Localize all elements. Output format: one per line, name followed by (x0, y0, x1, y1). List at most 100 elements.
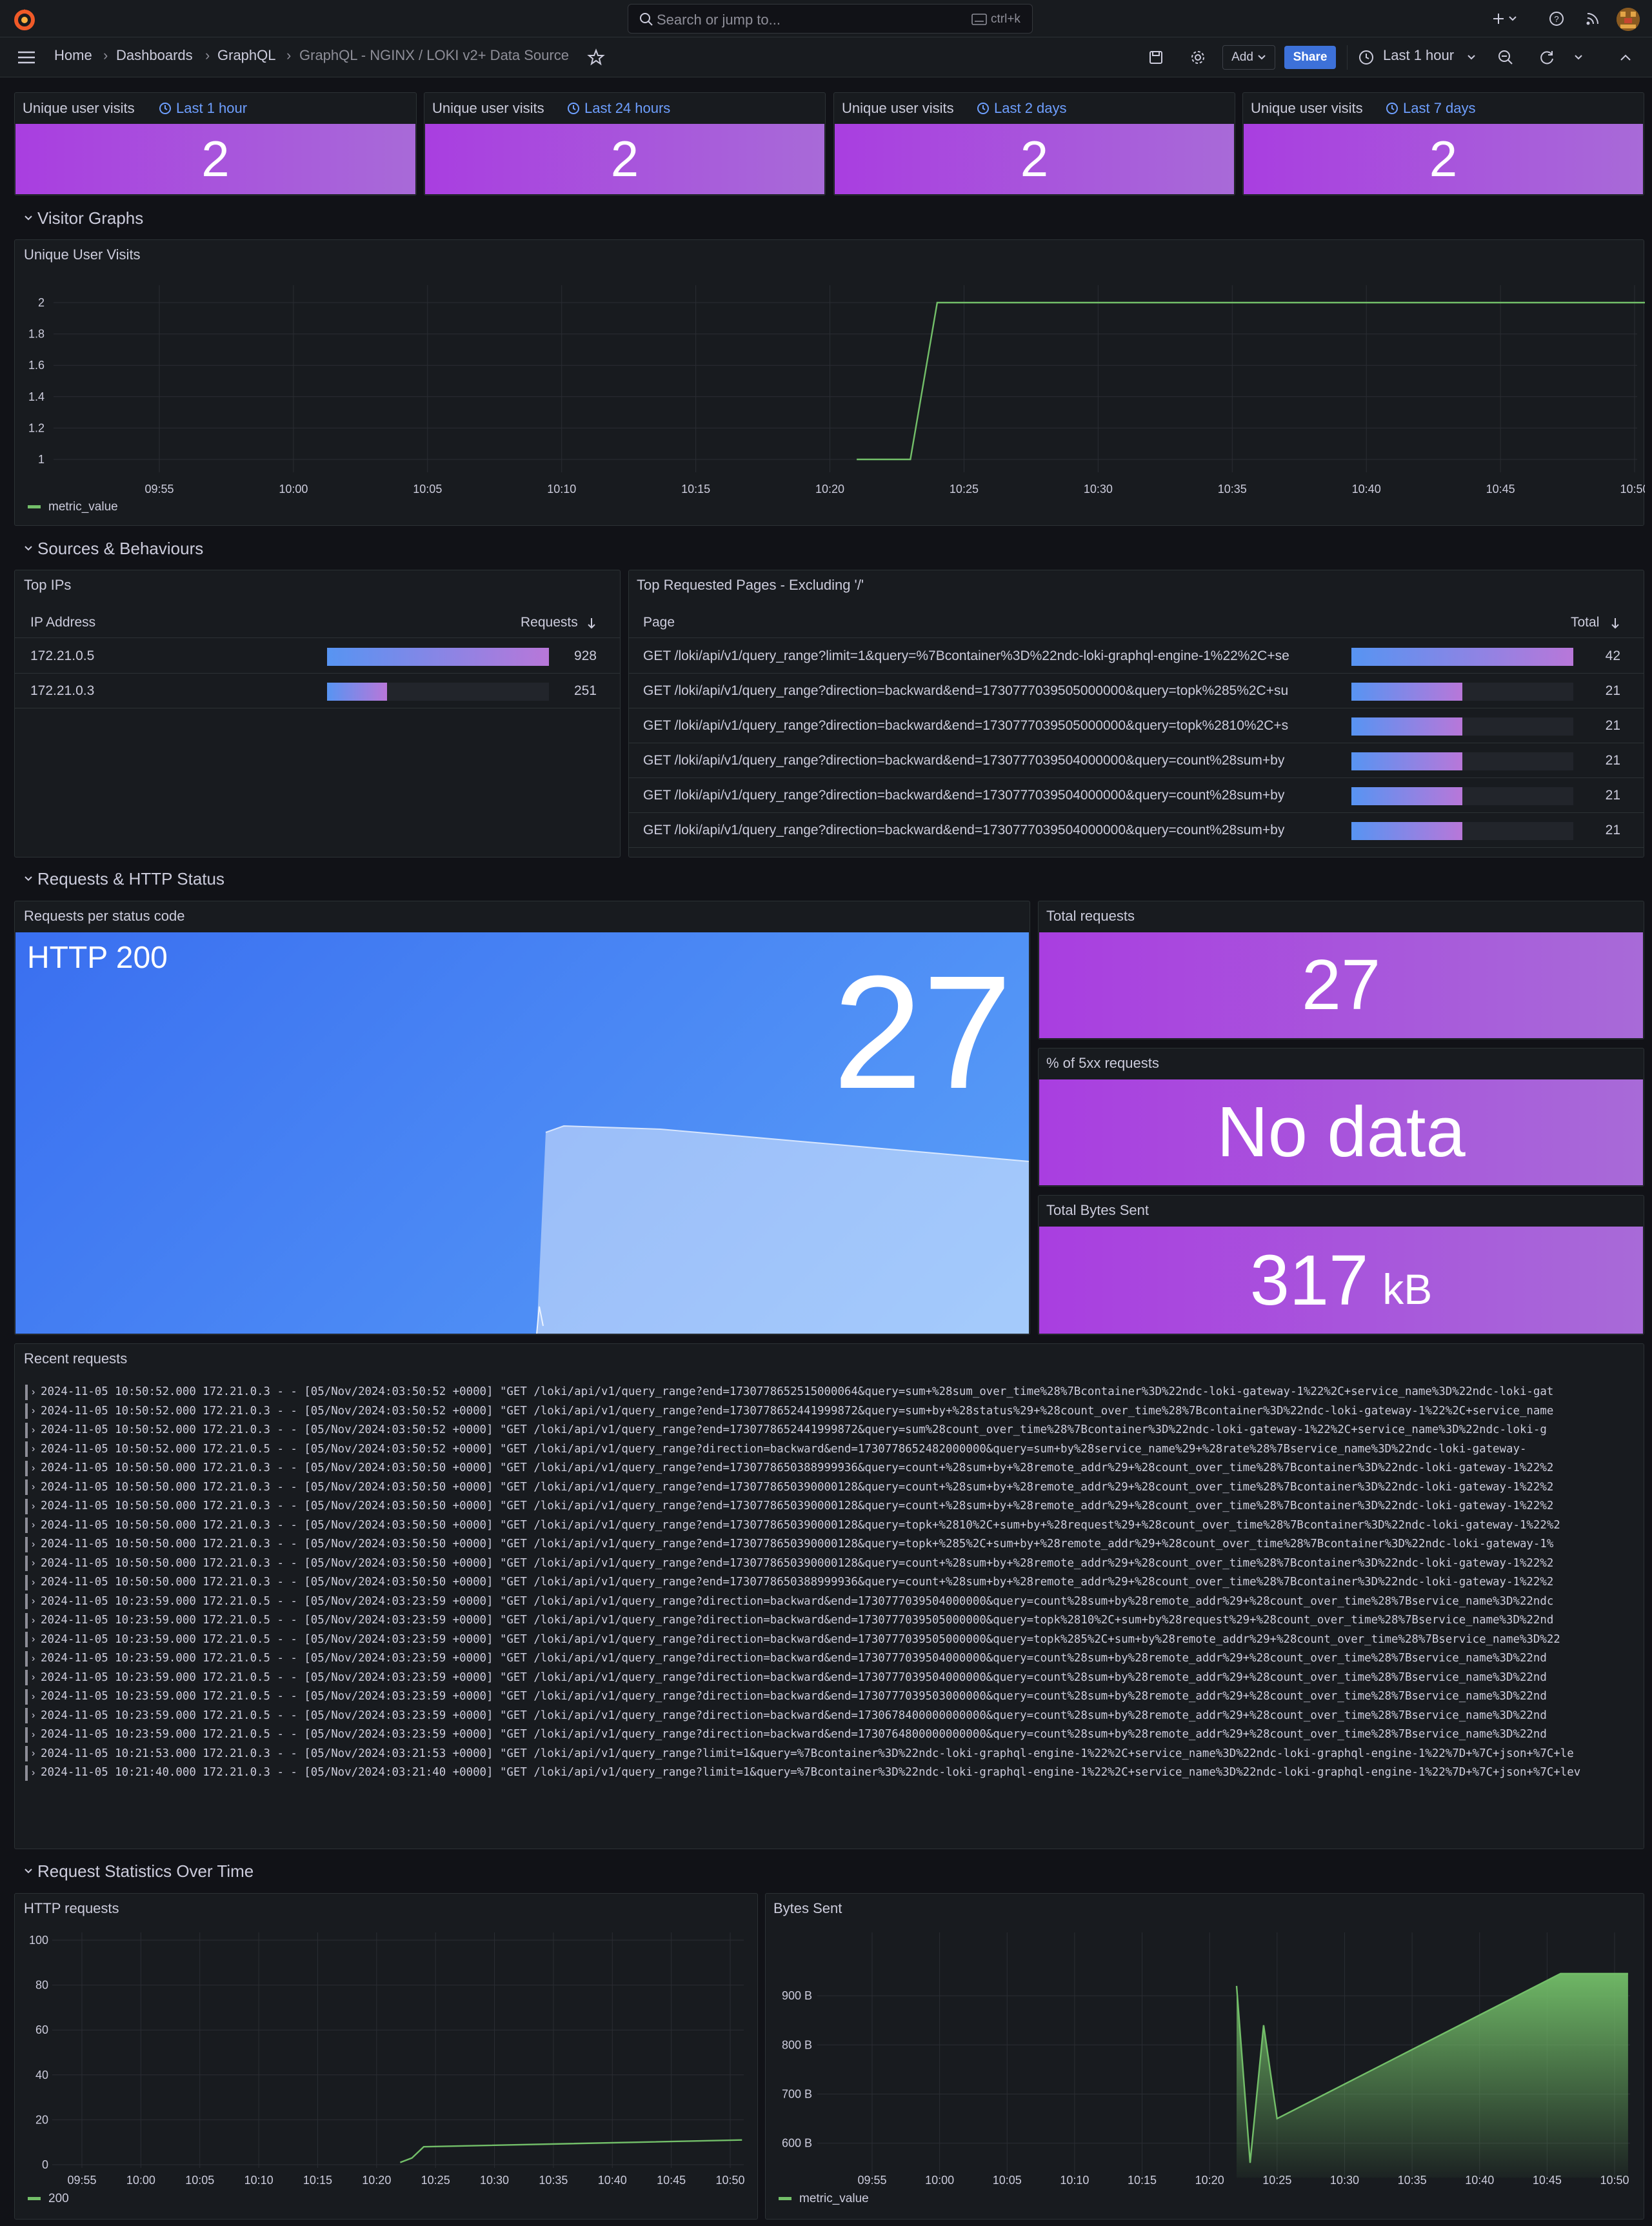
share-button[interactable]: Share (1284, 46, 1336, 69)
chevron-right-icon[interactable]: › (32, 1729, 41, 1741)
bytes-sent-chart[interactable]: 600 B 700 B 800 B 900 B 09:55 10:00 10:05 10:1… (766, 1894, 1645, 2220)
row-visitor-graphs[interactable]: Visitor Graphs (23, 206, 143, 230)
log-row[interactable]: › 2024-11-05 10:50:50.000 172.21.0.3 - - … (25, 1478, 1641, 1498)
chevron-right-icon[interactable]: › (32, 1748, 41, 1760)
stat-value: 317 (1249, 1240, 1369, 1320)
table-row[interactable]: GET /loki/api/v1/query_range?limit=1&que… (629, 639, 1644, 674)
log-row[interactable]: › 2024-11-05 10:50:50.000 172.21.0.3 - - … (25, 1516, 1641, 1536)
plus-icon[interactable] (1490, 10, 1507, 27)
log-row[interactable]: › 2024-11-05 10:23:59.000 172.21.0.5 - - … (25, 1611, 1641, 1630)
clock-icon[interactable] (1357, 48, 1375, 66)
log-row[interactable]: › 2024-11-05 10:50:52.000 172.21.0.3 - - … (25, 1421, 1641, 1440)
series-line-200 (399, 2139, 742, 2163)
total-cell: 21 (1605, 683, 1620, 698)
table-row[interactable]: GET /loki/api/v1/query_range?direction=b… (629, 674, 1644, 708)
http-requests-chart[interactable]: 0 20 40 60 80 100 09:55 10:00 10:05 10:10 10:15 10… (15, 1894, 759, 2220)
log-row[interactable]: › 2024-11-05 10:23:59.000 172.21.0.5 - - … (25, 1687, 1641, 1707)
chevron-up-icon[interactable] (1619, 52, 1632, 65)
unique-user-visits-chart[interactable]: 1 1.2 1.4 1.6 1.8 2 09:55 10:00 10:05 10:10 10:15… (15, 240, 1645, 526)
chevron-right-icon[interactable]: › (32, 1615, 41, 1627)
chevron-right-icon[interactable]: › (32, 1519, 41, 1531)
log-row[interactable]: › 2024-11-05 10:50:50.000 172.21.0.3 - - … (25, 1535, 1641, 1554)
table-row[interactable]: GET /loki/api/v1/query_range?direction=b… (629, 744, 1644, 778)
row-request-statistics[interactable]: Request Statistics Over Time (23, 1860, 254, 1883)
breadcrumb-home[interactable]: Home (54, 47, 92, 64)
chevron-right-icon[interactable]: › (32, 1691, 41, 1703)
row-requests-http-status[interactable]: Requests & HTTP Status (23, 867, 224, 890)
page-cell: GET /loki/api/v1/query_range?direction=b… (643, 683, 1289, 698)
table-row[interactable]: GET /loki/api/v1/query_range?direction=b… (629, 779, 1644, 813)
gauge-track (1351, 717, 1573, 736)
zoom-out-icon[interactable] (1497, 48, 1515, 66)
gauge-fill (1351, 822, 1462, 840)
star-icon[interactable] (587, 48, 605, 66)
grafana-logo-icon[interactable] (12, 6, 37, 32)
chevron-right-icon[interactable]: › (32, 1767, 41, 1779)
log-row[interactable]: › 2024-11-05 10:23:59.000 172.21.0.5 - - … (25, 1630, 1641, 1650)
sort-descending-icon[interactable] (586, 617, 597, 630)
column-header-total[interactable]: Total (1571, 615, 1599, 630)
column-header-ip[interactable]: IP Address (30, 615, 95, 630)
chevron-right-icon[interactable]: › (32, 1425, 41, 1436)
log-row[interactable]: › 2024-11-05 10:23:59.000 172.21.0.5 - - … (25, 1707, 1641, 1726)
chevron-right-icon[interactable]: › (32, 1501, 41, 1512)
gear-icon[interactable] (1189, 48, 1207, 66)
log-row[interactable]: › 2024-11-05 10:21:53.000 172.21.0.3 - - … (25, 1745, 1641, 1764)
table-row[interactable]: GET /loki/api/v1/query_range?direction=b… (629, 814, 1644, 848)
log-row[interactable]: › 2024-11-05 10:50:50.000 172.21.0.3 - - … (25, 1497, 1641, 1516)
log-row[interactable]: › 2024-11-05 10:50:50.000 172.21.0.3 - - … (25, 1554, 1641, 1574)
avatar[interactable] (1617, 8, 1640, 31)
breadcrumb-dashboards[interactable]: Dashboards (116, 47, 193, 64)
chevron-right-icon[interactable]: › (32, 1596, 41, 1607)
log-row[interactable]: › 2024-11-05 10:23:59.000 172.21.0.5 - - … (25, 1669, 1641, 1688)
log-row[interactable]: › 2024-11-05 10:23:59.000 172.21.0.5 - - … (25, 1725, 1641, 1745)
stat-value-box: 2 (425, 124, 824, 194)
log-row[interactable]: › 2024-11-05 10:50:52.000 172.21.0.3 - - … (25, 1383, 1641, 1402)
chevron-right-icon[interactable]: › (32, 1634, 41, 1645)
table-row[interactable]: GET /loki/api/v1/query_range?direction=b… (629, 709, 1644, 743)
chevron-down-icon[interactable] (1574, 53, 1583, 62)
log-row[interactable]: › 2024-11-05 10:23:59.000 172.21.0.5 - - … (25, 1592, 1641, 1612)
unique-visits-2d-panel: Unique user visits Last 2 days 2 (833, 92, 1235, 196)
clock-icon (568, 103, 579, 114)
x-tick-label: 10:10 (244, 2174, 274, 2187)
chevron-down-icon[interactable] (1508, 14, 1517, 23)
table-row[interactable]: 172.21.0.5 928 (15, 639, 620, 674)
log-row[interactable]: › 2024-11-05 10:50:50.000 172.21.0.3 - - … (25, 1573, 1641, 1592)
chevron-right-icon[interactable]: › (32, 1672, 41, 1683)
chevron-right-icon[interactable]: › (32, 1710, 41, 1721)
menu-icon[interactable] (17, 49, 36, 66)
chevron-right-icon[interactable]: › (32, 1539, 41, 1550)
add-button[interactable]: Add (1222, 45, 1275, 70)
column-header-page[interactable]: Page (643, 615, 675, 630)
table-row[interactable]: 172.21.0.3 251 (15, 674, 620, 708)
log-row[interactable]: › 2024-11-05 10:50:52.000 172.21.0.5 - - … (25, 1440, 1641, 1459)
sort-descending-icon[interactable] (1610, 617, 1620, 630)
chevron-right-icon[interactable]: › (32, 1463, 41, 1474)
column-header-requests[interactable]: Requests (521, 615, 578, 630)
log-row[interactable]: › 2024-11-05 10:50:52.000 172.21.0.3 - - … (25, 1402, 1641, 1421)
chevron-right-icon[interactable]: › (32, 1405, 41, 1417)
chevron-right-icon[interactable]: › (32, 1443, 41, 1455)
log-row[interactable]: › 2024-11-05 10:50:50.000 172.21.0.3 - - … (25, 1459, 1641, 1478)
breadcrumb-graphql[interactable]: GraphQL (217, 47, 276, 64)
chevron-right-icon[interactable]: › (32, 1577, 41, 1589)
help-icon[interactable]: ? (1548, 10, 1565, 27)
news-feed-icon[interactable] (1584, 10, 1601, 27)
chevron-right-icon[interactable]: › (32, 1653, 41, 1665)
y-tick-label: 1.2 (28, 421, 45, 434)
chevron-right-icon[interactable]: › (32, 1558, 41, 1569)
log-line-text: 2024-11-05 10:23:59.000 172.21.0.5 - - [… (41, 1670, 1547, 1684)
save-icon[interactable] (1147, 48, 1165, 66)
chevron-right-icon[interactable]: › (32, 1387, 41, 1398)
log-list[interactable]: › 2024-11-05 10:50:52.000 172.21.0.3 - - … (25, 1383, 1641, 1834)
chevron-down-icon[interactable] (1467, 53, 1476, 62)
row-sources-behaviours[interactable]: Sources & Behaviours (23, 537, 203, 560)
log-row[interactable]: › 2024-11-05 10:21:40.000 172.21.0.3 - - … (25, 1763, 1641, 1783)
log-row[interactable]: › 2024-11-05 10:23:59.000 172.21.0.5 - - … (25, 1649, 1641, 1669)
refresh-icon[interactable] (1538, 48, 1556, 66)
time-range-picker[interactable]: Last 1 hour (1383, 47, 1454, 64)
x-tick-label: 10:20 (1195, 2174, 1224, 2187)
search-input[interactable]: Search or jump to... ctrl+k (628, 4, 1033, 34)
chevron-right-icon[interactable]: › (32, 1481, 41, 1493)
